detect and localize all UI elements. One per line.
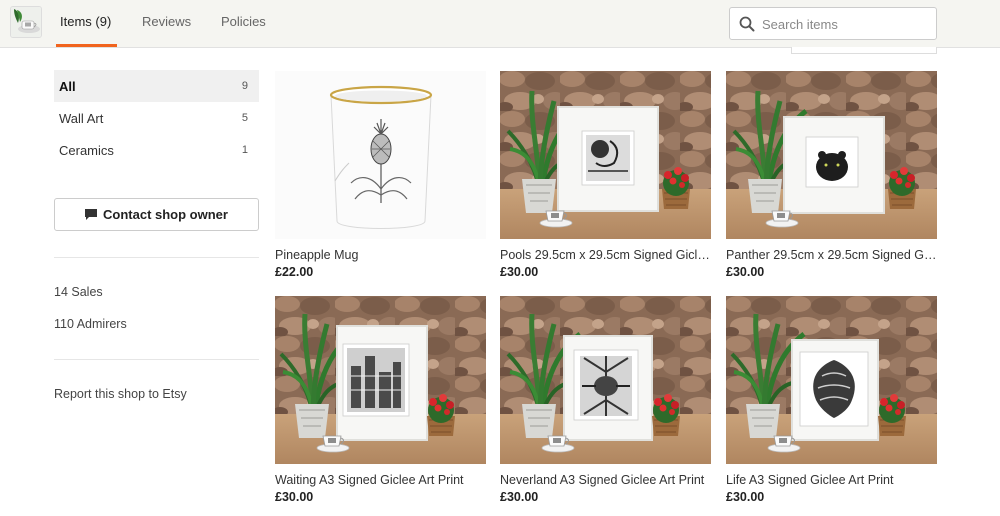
contact-label: Contact shop owner [103,207,228,222]
tab-reviews[interactable]: Reviews [142,0,191,48]
sidebar-item-label: Wall Art [59,111,104,126]
tab-policies[interactable]: Policies [221,0,266,48]
shop-logo[interactable] [10,6,42,38]
tab-items[interactable]: Items (9) [60,0,111,48]
listing-price: £30.00 [275,490,314,504]
listing-image[interactable] [726,71,937,239]
sort-dropdown-edge[interactable] [791,47,937,54]
search-input[interactable] [762,14,930,34]
listing-title[interactable]: Waiting A3 Signed Giclee Art Print [275,473,486,487]
listing-card[interactable]: Pineapple Mug £22.00 [275,71,486,279]
listing-card[interactable]: Life A3 Signed Giclee Art Print £30.00 [726,296,937,504]
report-shop-link[interactable]: Report this shop to Etsy [54,387,187,401]
listing-title[interactable]: Pools 29.5cm x 29.5cm Signed Giclee Art … [500,248,711,262]
contact-shop-owner-button[interactable]: Contact shop owner [54,198,259,231]
sidebar-item-count: 5 [241,112,248,124]
listing-title[interactable]: Panther 29.5cm x 29.5cm Signed Giclee Ar… [726,248,937,262]
sidebar-item-label: Ceramics [59,143,114,158]
listing-image[interactable] [726,296,937,464]
search-box[interactable] [729,7,937,40]
listing-image[interactable] [500,71,711,239]
divider [54,257,259,258]
listing-price: £30.00 [726,265,765,279]
listing-price: £30.00 [500,490,539,504]
listing-card[interactable]: Waiting A3 Signed Giclee Art Print £30.0… [275,296,486,504]
listing-image[interactable] [500,296,711,464]
listing-title[interactable]: Pineapple Mug [275,248,486,262]
search-icon [738,15,756,33]
listing-price: £30.00 [500,265,539,279]
listing-title[interactable]: Neverland A3 Signed Giclee Art Print [500,473,711,487]
listing-price: £22.00 [275,265,314,279]
shop-header-bar: Items (9) Reviews Policies [0,0,1000,48]
listing-card[interactable]: Neverland A3 Signed Giclee Art Print £30… [500,296,711,504]
active-tab-indicator [56,44,117,47]
sidebar-item-count: 9 [241,80,248,92]
sales-count: 14 Sales [54,285,103,299]
chat-icon [85,209,98,220]
listing-card[interactable]: Panther 29.5cm x 29.5cm Signed Giclee Ar… [726,71,937,279]
sidebar-item-label: All [59,79,76,94]
sidebar-item-wall-art[interactable]: Wall Art 5 [54,102,259,134]
listing-title[interactable]: Life A3 Signed Giclee Art Print [726,473,937,487]
listing-card[interactable]: Pools 29.5cm x 29.5cm Signed Giclee Art … [500,71,711,279]
sidebar-item-ceramics[interactable]: Ceramics 1 [54,134,259,166]
listing-image[interactable] [275,71,486,239]
admirers-count[interactable]: 110 Admirers [54,317,127,331]
listing-price: £30.00 [726,490,765,504]
divider [54,359,259,360]
sidebar-item-count: 1 [241,144,248,156]
listing-image[interactable] [275,296,486,464]
sidebar-item-all[interactable]: All 9 [54,70,259,102]
